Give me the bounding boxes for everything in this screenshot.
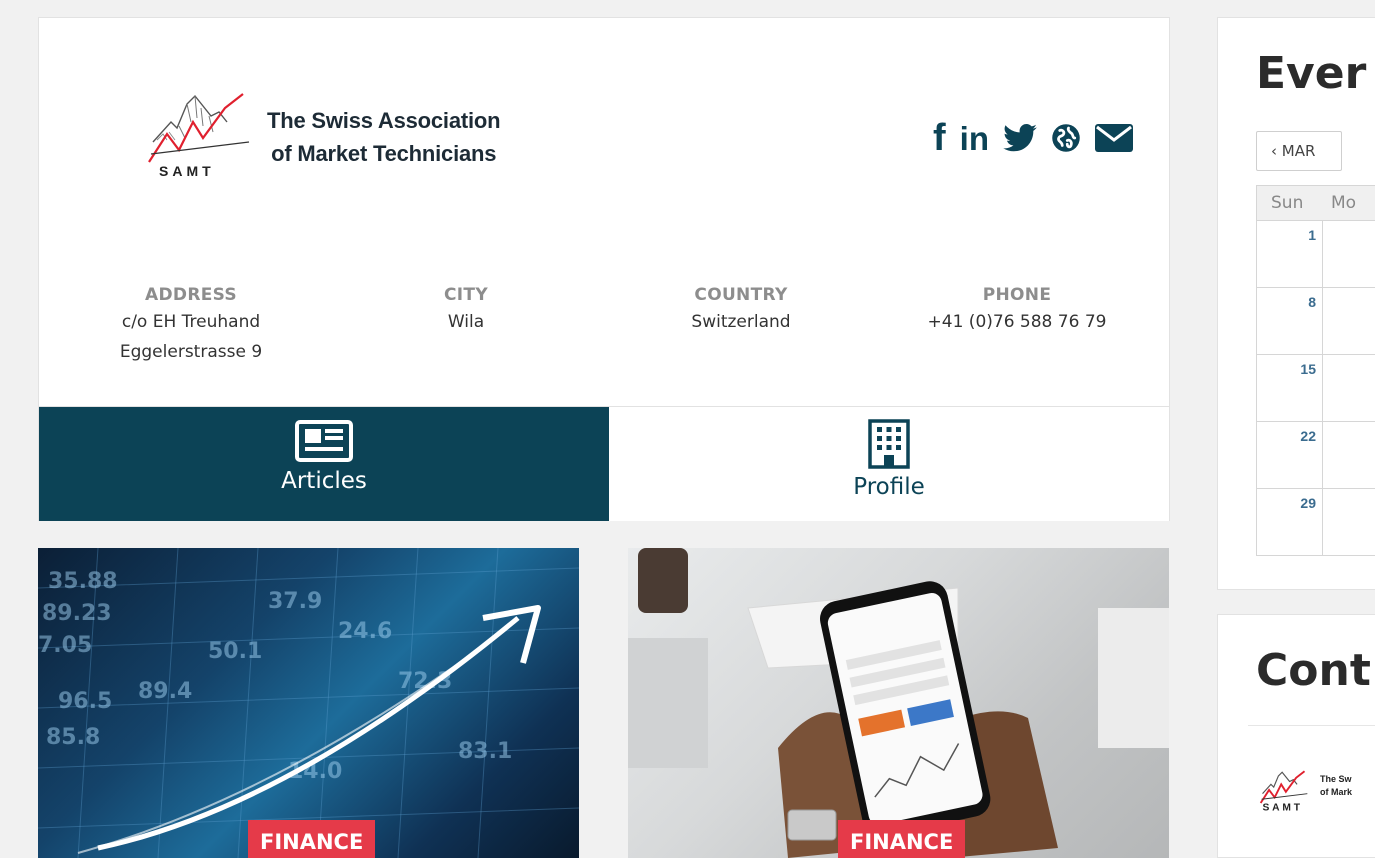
phone-block: PHONE +41 (0)76 588 76 79 bbox=[897, 283, 1137, 337]
address-line2: Eggelerstrasse 9 bbox=[119, 342, 263, 362]
contact-title: Cont bbox=[1256, 645, 1371, 696]
globe-icon[interactable] bbox=[1051, 118, 1081, 158]
svg-text:7.05: 7.05 bbox=[38, 633, 92, 658]
country-value: Switzerland bbox=[691, 312, 791, 332]
finance-chart-image: 35.88 89.23 7.05 96.5 85.8 89.4 50.137.9 24.6… bbox=[38, 548, 579, 858]
article-card-2[interactable]: FINANCE bbox=[628, 548, 1169, 858]
logo-abbrev: SAMT bbox=[159, 163, 215, 179]
tab-articles-label: Articles bbox=[281, 468, 367, 494]
calendar-day[interactable]: 15 bbox=[1257, 355, 1323, 421]
mini-logo-line1: The Sw bbox=[1320, 774, 1352, 784]
prev-month-button[interactable]: ‹ MAR bbox=[1256, 131, 1342, 171]
contact-divider bbox=[1248, 725, 1375, 726]
calendar-day[interactable]: 1 bbox=[1257, 221, 1323, 287]
tab-articles[interactable]: Articles bbox=[39, 407, 609, 521]
contact-widget: Cont SAMT The Sw of Mark bbox=[1217, 614, 1375, 858]
phone-label: PHONE bbox=[982, 285, 1052, 305]
svg-text:89.4: 89.4 bbox=[138, 679, 192, 704]
mini-logo-line2: of Mark bbox=[1320, 787, 1353, 797]
events-title: Ever bbox=[1256, 48, 1367, 99]
profile-tabs: Articles Profile bbox=[39, 406, 1169, 521]
profile-card: SAMT The Swiss Association of Market Tec… bbox=[38, 17, 1170, 521]
samt-mountain-logo-icon: SAMT bbox=[1259, 770, 1308, 813]
calendar-weekday-header: Sun Mo bbox=[1257, 186, 1375, 221]
smartphone-trading-image bbox=[628, 548, 1169, 858]
tab-profile-label: Profile bbox=[853, 474, 925, 500]
logo-name: The Swiss Association of Market Technici… bbox=[267, 104, 501, 170]
calendar-day[interactable]: 22 bbox=[1257, 422, 1323, 488]
article-card-1[interactable]: 35.88 89.23 7.05 96.5 85.8 89.4 50.1 37.9 24.6… bbox=[38, 548, 579, 858]
calendar-week-row: 1 bbox=[1257, 221, 1375, 288]
calendar-day[interactable]: 8 bbox=[1257, 288, 1323, 354]
weekday-mon: Mo bbox=[1331, 193, 1357, 213]
category-badge[interactable]: FINANCE bbox=[248, 820, 376, 858]
envelope-icon[interactable] bbox=[1095, 118, 1133, 158]
svg-text:50.1: 50.1 bbox=[208, 639, 262, 664]
mini-logo-abbrev: SAMT bbox=[1263, 802, 1303, 813]
twitter-icon[interactable] bbox=[1003, 118, 1037, 158]
category-badge[interactable]: FINANCE bbox=[838, 820, 966, 858]
events-calendar: Sun Mo 1 8 15 22 29 bbox=[1256, 185, 1375, 556]
address-block: ADDRESS c/o EH Treuhand Eggelerstrasse 9 bbox=[71, 283, 311, 367]
contact-logo-text: The Sw of Mark bbox=[1320, 773, 1352, 799]
weekday-sun: Sun bbox=[1271, 193, 1304, 213]
linkedin-icon[interactable]: in bbox=[960, 118, 989, 158]
newspaper-icon bbox=[295, 420, 353, 462]
svg-text:96.5: 96.5 bbox=[58, 689, 112, 714]
svg-text:37.9: 37.9 bbox=[268, 589, 322, 614]
svg-text:24.6: 24.6 bbox=[338, 619, 392, 644]
building-icon bbox=[868, 419, 910, 469]
calendar-week-row: 8 bbox=[1257, 288, 1375, 355]
svg-text:35.88: 35.88 bbox=[48, 569, 118, 594]
address-label: ADDRESS bbox=[145, 285, 237, 305]
logo-line1: The Swiss Association bbox=[267, 108, 501, 133]
city-value: Wila bbox=[447, 312, 485, 332]
svg-text:89.23: 89.23 bbox=[42, 601, 112, 626]
events-widget: Ever ‹ MAR Sun Mo 1 8 15 22 29 bbox=[1217, 17, 1375, 590]
samt-logo[interactable]: SAMT The Swiss Association of Market Tec… bbox=[139, 82, 539, 192]
svg-text:85.8: 85.8 bbox=[46, 725, 100, 750]
country-label: COUNTRY bbox=[694, 285, 788, 305]
calendar-week-row: 29 bbox=[1257, 489, 1375, 556]
social-links: f in bbox=[933, 118, 1133, 158]
tab-profile[interactable]: Profile bbox=[609, 407, 1169, 521]
city-block: CITY Wila bbox=[346, 283, 586, 337]
svg-text:83.1: 83.1 bbox=[458, 739, 512, 764]
facebook-icon[interactable]: f bbox=[933, 118, 946, 158]
calendar-week-row: 15 bbox=[1257, 355, 1375, 422]
calendar-day[interactable]: 29 bbox=[1257, 489, 1323, 555]
logo-line2: of Market Technicians bbox=[271, 141, 497, 166]
phone-value[interactable]: +41 (0)76 588 76 79 bbox=[897, 307, 1137, 337]
calendar-week-row: 22 bbox=[1257, 422, 1375, 489]
country-block: COUNTRY Switzerland bbox=[621, 283, 861, 337]
contact-logo[interactable]: SAMT bbox=[1256, 765, 1375, 815]
city-label: CITY bbox=[444, 285, 488, 305]
address-line1: c/o EH Treuhand bbox=[121, 312, 261, 332]
